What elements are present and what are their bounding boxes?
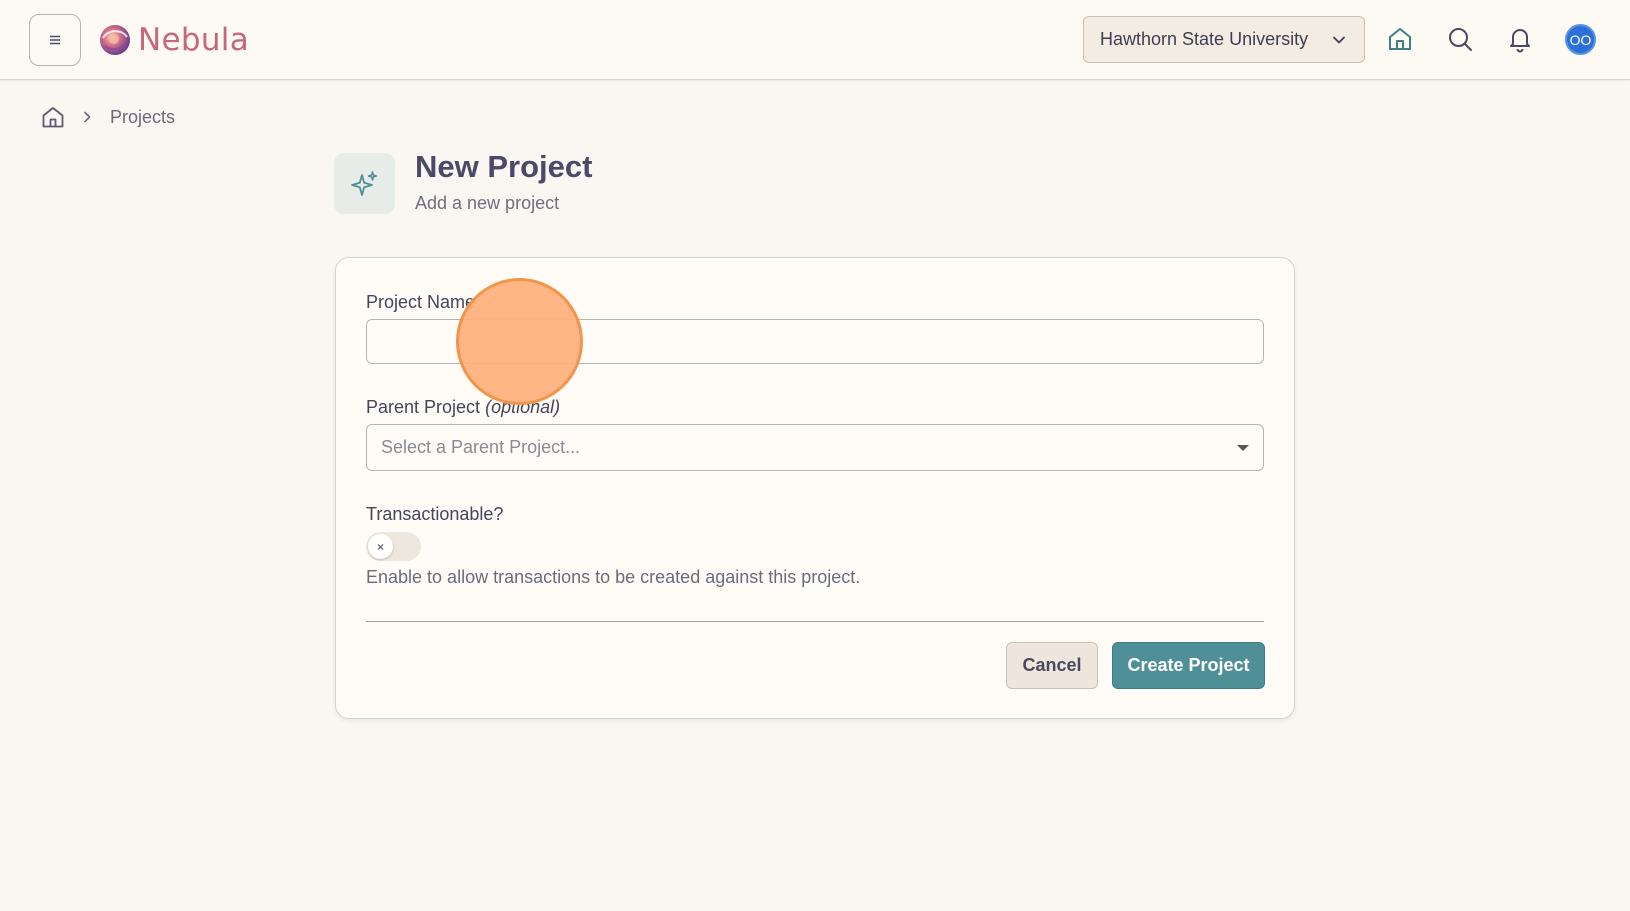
page-subtitle: Add a new project <box>415 193 560 213</box>
chevron-right-icon <box>84 111 91 123</box>
chevron-down-icon <box>1333 36 1345 43</box>
cancel-button[interactable]: Cancel <box>1006 642 1098 689</box>
transactionable-toggle[interactable]: × <box>366 532 421 561</box>
page-title: New Project <box>415 149 593 184</box>
search-icon <box>1449 28 1472 51</box>
organization-name: Hawthorn State University <box>1100 29 1309 49</box>
transactionable-help-text: Enable to allow transactions to be creat… <box>366 567 861 587</box>
new-project-form: Project Name Parent Project (optional) S… <box>335 257 1295 719</box>
project-name-input[interactable] <box>366 319 1264 364</box>
home-icon <box>1389 28 1411 50</box>
menu-button[interactable] <box>29 14 81 66</box>
form-divider <box>366 621 1264 622</box>
parent-project-placeholder: Select a Parent Project... <box>381 437 581 457</box>
breadcrumb-item-projects[interactable]: Projects <box>110 107 175 128</box>
parent-project-label-text: Parent Project <box>366 397 481 417</box>
optional-hint: (optional) <box>485 397 561 417</box>
create-project-button[interactable]: Create Project <box>1112 642 1265 689</box>
sparkles-icon <box>350 170 377 196</box>
parent-project-select[interactable]: Select a Parent Project... <box>366 424 1264 471</box>
search-button[interactable] <box>1443 22 1477 56</box>
toggle-off-icon: × <box>368 534 393 559</box>
bell-icon <box>1510 29 1530 53</box>
notifications-button[interactable] <box>1503 22 1537 56</box>
home-button[interactable] <box>1383 22 1417 56</box>
organization-selector[interactable]: Hawthorn State University <box>1083 16 1365 63</box>
page-icon <box>334 153 395 214</box>
breadcrumb: Projects <box>40 103 175 131</box>
project-name-label: Project Name <box>366 292 476 312</box>
parent-project-label: Parent Project (optional) <box>366 397 560 418</box>
nebula-logo-icon <box>100 25 130 55</box>
top-navigation-bar: Nebula Hawthorn State University OO <box>0 0 1630 80</box>
transactionable-label: Transactionable? <box>366 504 504 524</box>
hamburger-icon <box>50 35 60 45</box>
app-logo[interactable]: Nebula <box>98 20 249 60</box>
home-icon[interactable] <box>40 104 66 130</box>
app-name: Nebula <box>138 22 249 58</box>
caret-down-icon <box>1237 444 1249 451</box>
user-avatar[interactable]: OO <box>1565 24 1596 55</box>
